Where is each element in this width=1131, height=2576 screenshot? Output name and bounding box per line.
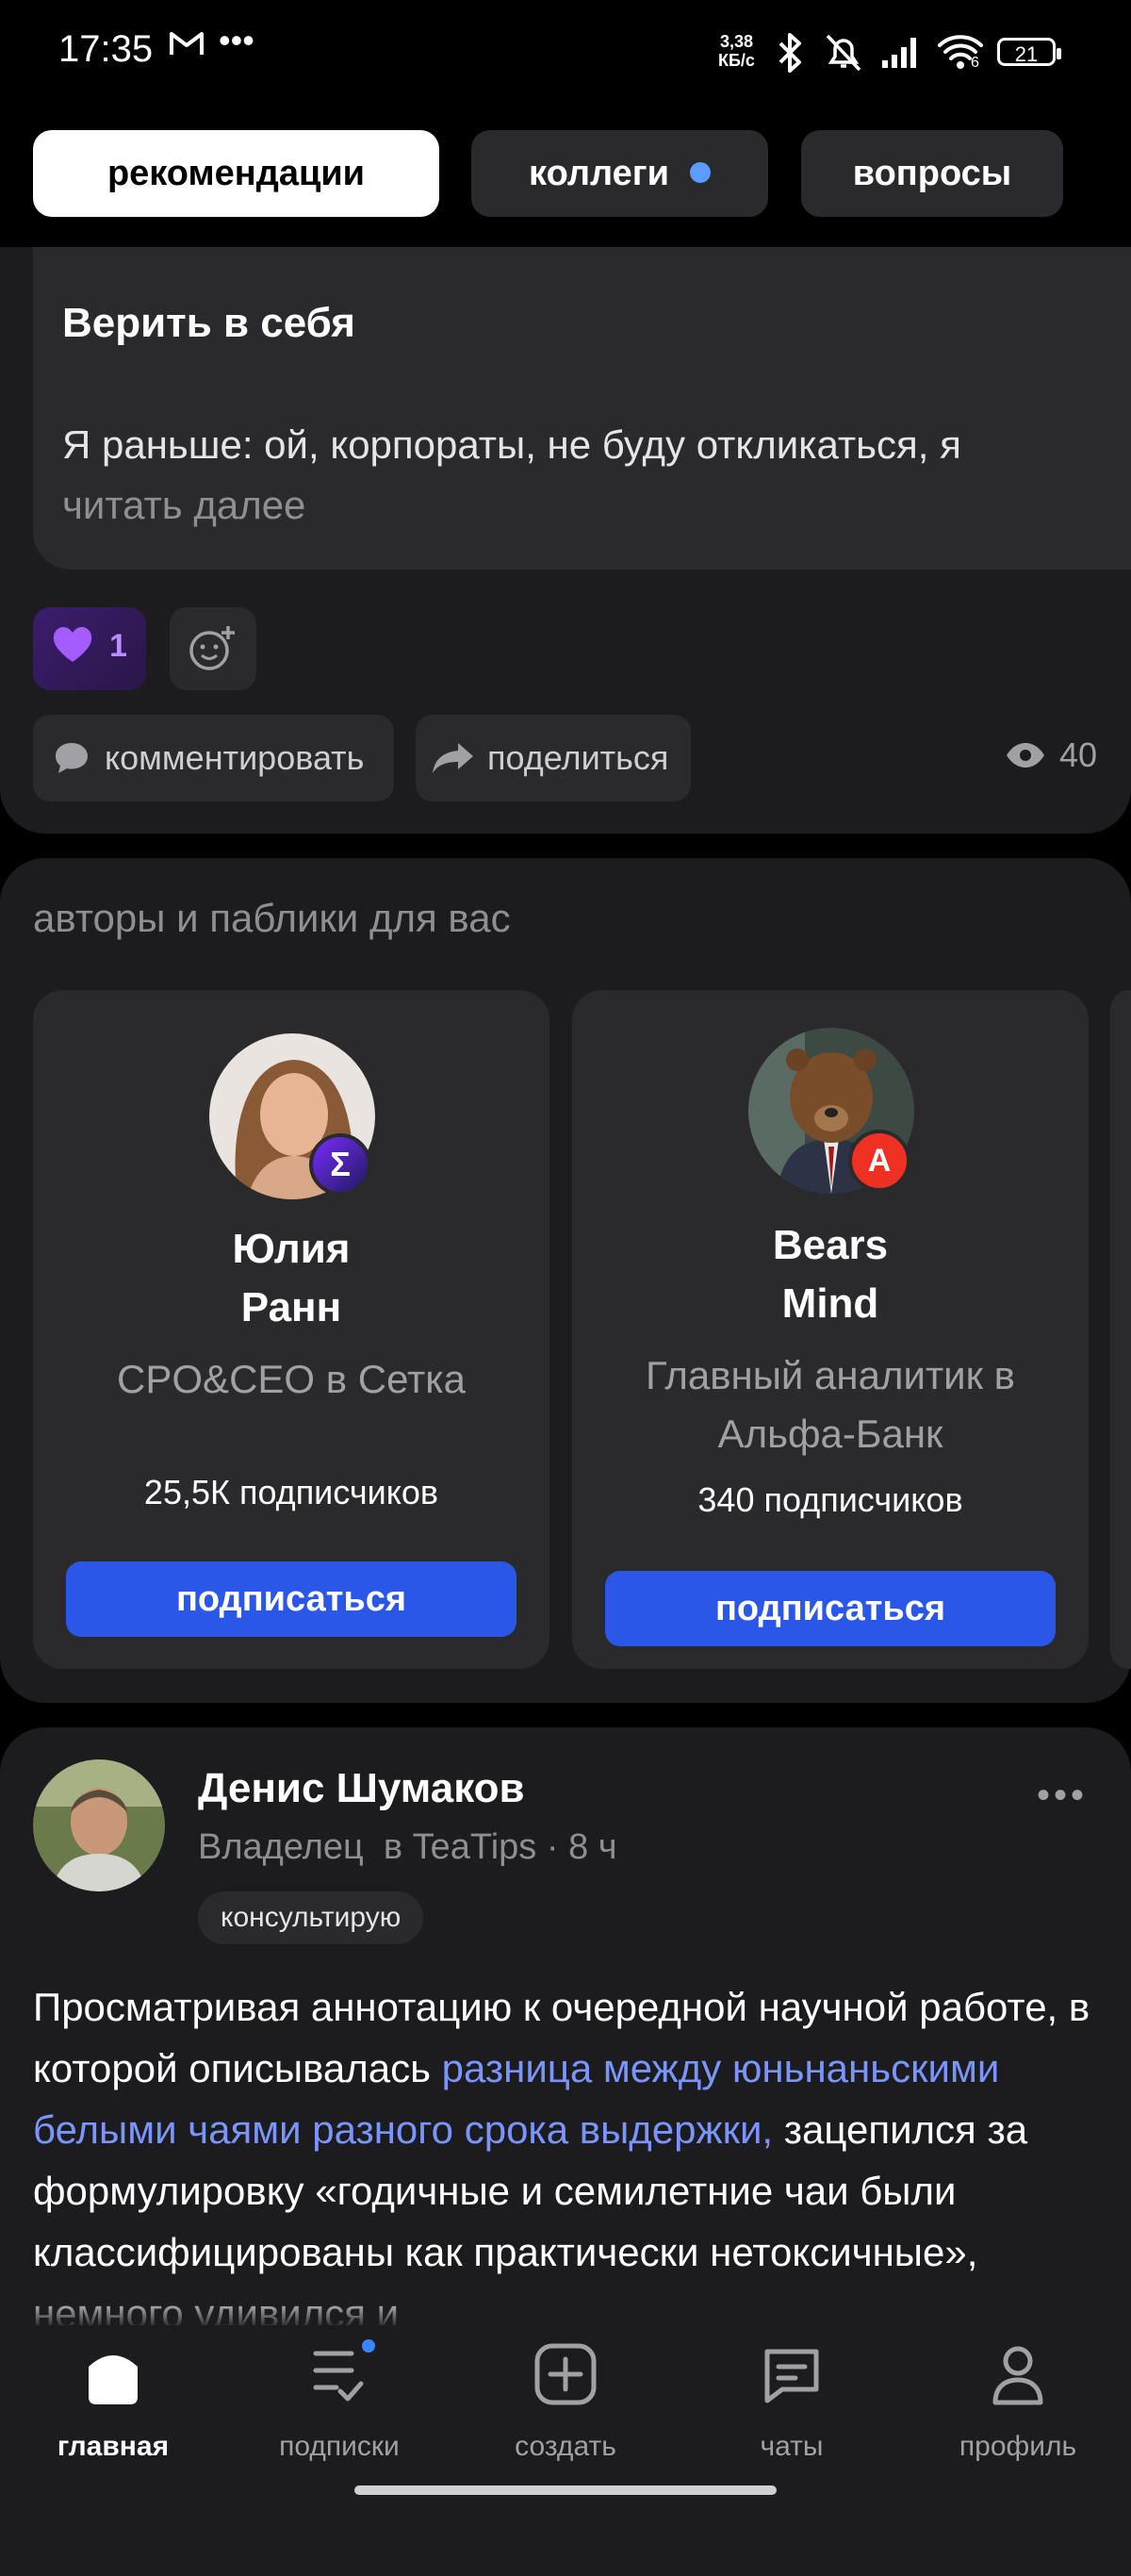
tab-recommendations[interactable]: рекомендации xyxy=(33,130,439,217)
setka-badge-icon: Σ xyxy=(309,1133,371,1196)
post-author-name[interactable]: Денис Шумаков xyxy=(198,1765,525,1812)
purple-heart-icon xyxy=(49,622,96,676)
nav-label: главная xyxy=(57,2431,170,2462)
alfa-bank-badge-icon: А xyxy=(848,1130,910,1192)
subscriptions-icon xyxy=(245,2338,434,2423)
mute-bell-icon xyxy=(822,32,865,78)
author-role: CPO&CEO в Сетка xyxy=(117,1357,466,1401)
battery-indicator: 21 xyxy=(997,38,1061,66)
comment-icon xyxy=(53,739,90,782)
create-icon xyxy=(471,2338,660,2423)
chat-icon xyxy=(697,2338,886,2423)
gmail-icon xyxy=(168,25,205,71)
tab-colleagues-label: коллеги xyxy=(529,154,669,193)
nav-profile[interactable]: профиль xyxy=(924,2338,1112,2463)
post-text: Я раньше: ой, корпораты, не буду отклика… xyxy=(62,422,961,467)
author-role: Главный аналитик в Альфа-Банк xyxy=(645,1353,1015,1456)
add-emoji-icon xyxy=(187,622,239,680)
views-icon xyxy=(1005,741,1046,774)
subscribe-button[interactable]: подписаться xyxy=(66,1561,516,1637)
authors-section-title: авторы и паблики для вас xyxy=(33,896,511,940)
author-subscribers: 25,5К подписчиков xyxy=(143,1473,439,1511)
subscribe-button[interactable]: подписаться xyxy=(605,1571,1056,1646)
author-subscribers: 340 подписчиков xyxy=(697,1480,963,1519)
unread-dot xyxy=(689,161,711,183)
post-more-icon[interactable]: ••• xyxy=(1037,1775,1088,1817)
nav-create[interactable]: создать xyxy=(471,2338,660,2463)
nav-chats[interactable]: чаты xyxy=(697,2338,886,2463)
nav-label: подписки xyxy=(279,2431,400,2462)
comment-label: комментировать xyxy=(105,738,365,777)
profile-icon xyxy=(924,2338,1112,2423)
tab-questions[interactable]: вопросы xyxy=(801,130,1063,217)
post-author-meta: Владелец в TeaTips · 8 ч xyxy=(198,1827,617,1867)
signal-icon xyxy=(880,34,924,74)
avatar[interactable] xyxy=(33,1759,165,1891)
nav-label: профиль xyxy=(959,2431,1077,2462)
nav-label: создать xyxy=(515,2431,616,2462)
author-card[interactable] xyxy=(1110,990,1131,1669)
share-icon xyxy=(430,739,477,782)
nav-home[interactable]: главная xyxy=(19,2338,207,2463)
post-text[interactable]: Просматривая аннотацию к очередной научн… xyxy=(33,1976,1107,2344)
status-badge: консультирую xyxy=(198,1891,424,1944)
nav-subscriptions[interactable]: подписки xyxy=(245,2338,434,2463)
bluetooth-icon xyxy=(773,32,807,78)
home-indicator[interactable] xyxy=(354,2485,777,2495)
nav-fade xyxy=(0,2291,1131,2329)
status-time: 17:35 xyxy=(58,28,154,70)
post-title: Верить в себя xyxy=(62,300,355,346)
read-more-link[interactable]: читать далее xyxy=(62,483,305,528)
tab-colleagues[interactable]: коллеги xyxy=(471,130,768,217)
net-speed: 3,38 КБ/с xyxy=(718,32,755,70)
author-name: Юлия Ранн xyxy=(232,1226,351,1330)
author-name: Bears Mind xyxy=(772,1222,889,1327)
share-label: поделиться xyxy=(487,738,669,777)
views-count: 40 xyxy=(1059,735,1098,774)
wifi-label: 6 xyxy=(971,55,979,71)
home-icon xyxy=(19,2338,207,2423)
reaction-count: 1 xyxy=(109,628,127,664)
nav-label: чаты xyxy=(760,2431,824,2462)
more-notifications-icon: ••• xyxy=(219,21,254,59)
